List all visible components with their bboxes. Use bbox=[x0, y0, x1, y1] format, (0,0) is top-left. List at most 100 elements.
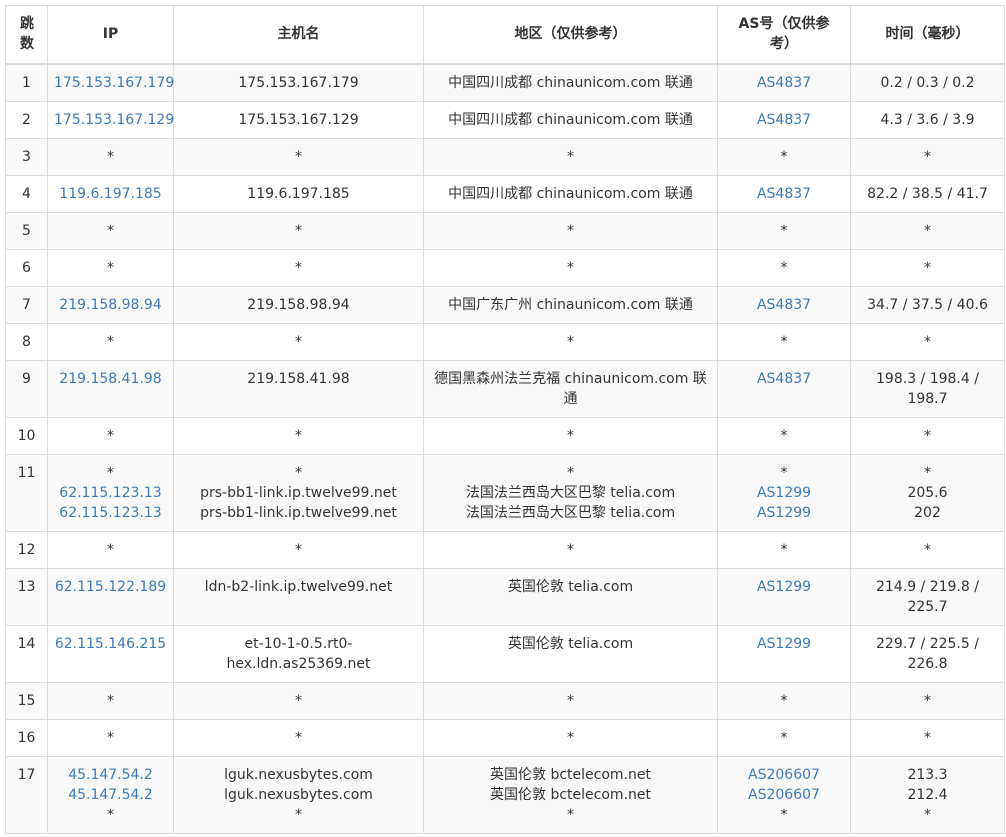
ip-link[interactable]: 45.147.54.2 bbox=[54, 785, 167, 805]
region-cell: 德国黑森州法兰克福 chinaunicom.com 联通 bbox=[423, 359, 718, 418]
time-text: 212.4 bbox=[907, 786, 948, 803]
time-cell: 34.7 / 37.5 / 40.6 bbox=[850, 285, 1005, 324]
as-text: * bbox=[780, 427, 788, 444]
host-text: 219.158.41.98 bbox=[247, 370, 350, 387]
host-text: ldn-b2-link.ip.twelve99.net bbox=[204, 578, 393, 595]
hop-cell: 15 bbox=[5, 681, 48, 720]
ip-link[interactable]: 175.153.167.179 bbox=[54, 73, 174, 93]
as-cell: AS1299 bbox=[717, 567, 851, 626]
table-row: 8 * * * * * bbox=[5, 322, 1005, 361]
hop-cell: 4 bbox=[5, 174, 48, 213]
table-row: 9 219.158.41.98 219.158.41.98 德国黑森州法兰克福 chi… bbox=[5, 359, 1005, 418]
ip-cell: 219.158.41.98 bbox=[47, 359, 174, 418]
host-text: * bbox=[295, 427, 302, 444]
time-cell: * 205.6 202 bbox=[850, 453, 1005, 532]
ip-link[interactable]: 175.153.167.129 bbox=[54, 110, 174, 130]
as-text: * bbox=[780, 692, 788, 709]
time-text: * bbox=[924, 692, 931, 709]
as-link[interactable]: AS1299 bbox=[724, 483, 844, 503]
host-text: * bbox=[295, 222, 302, 239]
table-row: 5 * * * * * bbox=[5, 211, 1005, 250]
host-text: prs-bb1-link.ip.twelve99.net bbox=[200, 484, 397, 501]
table-row: 6 * * * * * bbox=[5, 248, 1005, 287]
as-cell: AS4837 bbox=[717, 285, 851, 324]
host-text: 175.153.167.179 bbox=[238, 74, 359, 91]
host-cell: 219.158.41.98 bbox=[173, 359, 424, 418]
region-cell: 中国四川成都 chinaunicom.com 联通 bbox=[423, 63, 718, 102]
ip-text: * bbox=[107, 541, 114, 558]
as-cell: * bbox=[717, 681, 851, 720]
ip-cell: 62.115.146.215 bbox=[47, 624, 174, 683]
ip-cell: * 62.115.123.13 62.115.123.13 bbox=[47, 453, 174, 532]
host-cell: * bbox=[173, 530, 424, 569]
region-text: 德国黑森州法兰克福 chinaunicom.com 联通 bbox=[434, 370, 707, 407]
hop-cell: 3 bbox=[5, 137, 48, 176]
time-cell: 229.7 / 225.5 / 226.8 bbox=[850, 624, 1005, 683]
as-link[interactable]: AS4837 bbox=[724, 295, 844, 315]
time-cell: * bbox=[850, 248, 1005, 287]
as-cell: * bbox=[717, 211, 851, 250]
region-text: * bbox=[567, 541, 574, 558]
ip-link[interactable]: 119.6.197.185 bbox=[54, 184, 167, 204]
as-cell: * bbox=[717, 530, 851, 569]
ip-link[interactable]: 62.115.123.13 bbox=[54, 503, 167, 523]
as-link[interactable]: AS1299 bbox=[724, 503, 844, 523]
ip-link[interactable]: 62.115.146.215 bbox=[54, 634, 167, 654]
header-hop: 跳数 bbox=[5, 5, 48, 64]
region-text: 英国伦敦 bctelecom.net bbox=[490, 766, 651, 783]
time-cell: * bbox=[850, 416, 1005, 455]
region-cell: * bbox=[423, 248, 718, 287]
region-text: * bbox=[567, 148, 574, 165]
host-cell: * bbox=[173, 211, 424, 250]
ip-cell: 45.147.54.2 45.147.54.2 * bbox=[47, 755, 174, 834]
as-link[interactable]: AS4837 bbox=[724, 369, 844, 389]
ip-text: * bbox=[107, 729, 114, 746]
hop-cell: 14 bbox=[5, 624, 48, 683]
region-cell: * bbox=[423, 718, 718, 757]
time-cell: * bbox=[850, 530, 1005, 569]
ip-link[interactable]: 219.158.98.94 bbox=[54, 295, 167, 315]
as-link[interactable]: AS4837 bbox=[724, 73, 844, 93]
region-text: * bbox=[567, 729, 574, 746]
time-text: * bbox=[924, 222, 931, 239]
time-text: 198.3 / 198.4 / 198.7 bbox=[876, 370, 979, 407]
region-text: * bbox=[567, 464, 574, 481]
host-cell: 175.153.167.129 bbox=[173, 100, 424, 139]
table-row: 3 * * * * * bbox=[5, 137, 1005, 176]
region-cell: 中国四川成都 chinaunicom.com 联通 bbox=[423, 100, 718, 139]
table-row: 1 175.153.167.179 175.153.167.179 中国四川成都 ch… bbox=[5, 63, 1005, 102]
as-link[interactable]: AS206607 bbox=[724, 765, 844, 785]
region-cell: * bbox=[423, 322, 718, 361]
as-link[interactable]: AS206607 bbox=[724, 785, 844, 805]
as-link[interactable]: AS1299 bbox=[724, 634, 844, 654]
region-cell: * bbox=[423, 530, 718, 569]
time-text: * bbox=[924, 464, 931, 481]
as-link[interactable]: AS1299 bbox=[724, 577, 844, 597]
ip-cell: * bbox=[47, 416, 174, 455]
region-cell: * bbox=[423, 416, 718, 455]
time-cell: * bbox=[850, 137, 1005, 176]
time-text: * bbox=[924, 729, 931, 746]
as-link[interactable]: AS4837 bbox=[724, 110, 844, 130]
as-link[interactable]: AS4837 bbox=[724, 184, 844, 204]
ip-link[interactable]: 62.115.123.13 bbox=[54, 483, 167, 503]
as-text: * bbox=[780, 148, 788, 165]
region-text: 英国伦敦 telia.com bbox=[507, 578, 634, 595]
as-text: * bbox=[780, 541, 788, 558]
ip-link[interactable]: 45.147.54.2 bbox=[54, 765, 167, 785]
table-row: 12 * * * * * bbox=[5, 530, 1005, 569]
region-text: 法国法兰西岛大区巴黎 telia.com bbox=[465, 504, 676, 521]
ip-link[interactable]: 219.158.41.98 bbox=[54, 369, 167, 389]
host-cell: 119.6.197.185 bbox=[173, 174, 424, 213]
host-cell: lguk.nexusbytes.com lguk.nexusbytes.com * bbox=[173, 755, 424, 834]
table-row: 7 219.158.98.94 219.158.98.94 中国广东广州 chinau… bbox=[5, 285, 1005, 324]
as-text: * bbox=[780, 333, 788, 350]
table-header-row: 跳数 IP 主机名 地区（仅供参考） AS号（仅供参考） 时间（毫秒） bbox=[5, 5, 1005, 64]
region-text: 中国四川成都 chinaunicom.com 联通 bbox=[448, 74, 693, 91]
ip-text: * bbox=[107, 259, 114, 276]
region-cell: 英国伦敦 telia.com bbox=[423, 567, 718, 626]
as-text: * bbox=[780, 464, 788, 481]
region-text: * bbox=[567, 427, 574, 444]
host-cell: ldn-b2-link.ip.twelve99.net bbox=[173, 567, 424, 626]
ip-link[interactable]: 62.115.122.189 bbox=[54, 577, 167, 597]
